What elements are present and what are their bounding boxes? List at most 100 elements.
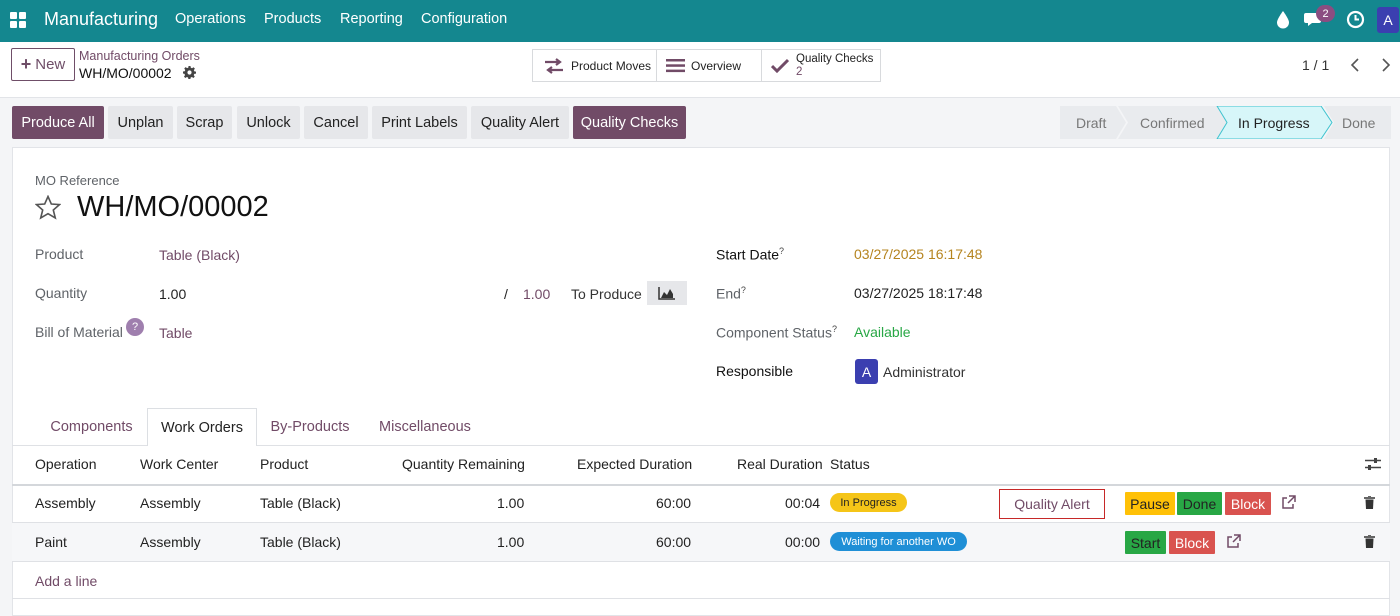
check-icon — [771, 58, 789, 73]
droplet-icon[interactable] — [1276, 10, 1290, 29]
menu-operations[interactable]: Operations — [175, 11, 246, 27]
new-button-label: New — [35, 56, 66, 73]
product-moves-label: Product Moves — [571, 58, 652, 73]
star-icon[interactable] — [35, 195, 61, 220]
forecast-chart-icon — [658, 287, 675, 300]
app-name[interactable]: Manufacturing — [44, 9, 158, 30]
unplan-button[interactable]: Unplan — [108, 106, 173, 139]
col-product[interactable]: Product — [260, 456, 308, 472]
quality-checks-count: 2 — [796, 65, 803, 78]
user-avatar[interactable]: A — [1377, 7, 1399, 33]
start-date-value[interactable]: 03/27/2025 16:17:48 — [854, 246, 982, 262]
quantity-label: Quantity — [35, 285, 88, 301]
table-header-divider — [12, 484, 1390, 486]
product-value[interactable]: Table (Black) — [159, 247, 240, 263]
row1-real[interactable]: 00:04 — [785, 495, 820, 511]
add-line-link[interactable]: Add a line — [35, 573, 97, 589]
table-bottom-divider — [12, 598, 1390, 599]
breadcrumb-current: WH/MO/00002 — [79, 65, 172, 81]
external-link-icon[interactable] — [1281, 495, 1296, 510]
bom-value[interactable]: Table — [159, 325, 192, 341]
quality-checks-button[interactable]: Quality Checks — [573, 106, 686, 139]
unlock-button[interactable]: Unlock — [237, 106, 300, 139]
row1-operation[interactable]: Assembly — [35, 495, 96, 511]
row-divider — [12, 561, 1390, 562]
row2-product[interactable]: Table (Black) — [260, 534, 341, 550]
row1-quality-alert-button[interactable]: Quality Alert — [999, 489, 1105, 519]
row1-expected[interactable]: 60:00 — [656, 495, 691, 511]
quantity-total: 1.00 — [523, 286, 551, 302]
cancel-button[interactable]: Cancel — [304, 106, 368, 139]
quality-checks-smart-button[interactable]: Quality Checks 2 — [761, 49, 881, 82]
forecast-button[interactable] — [647, 281, 687, 305]
end-label: End? — [716, 285, 746, 302]
bom-label: Bill of Material — [35, 324, 123, 340]
end-value[interactable]: 03/27/2025 18:17:48 — [854, 285, 982, 301]
breadcrumb-parent[interactable]: Manufacturing Orders — [79, 49, 200, 63]
overview-label: Overview — [691, 58, 742, 73]
component-status-label: Component Status? — [716, 324, 837, 341]
responsible-label: Responsible — [716, 363, 794, 379]
pager-value[interactable]: 1 / 1 — [1302, 57, 1329, 73]
tab-by-products[interactable]: By-Products — [257, 408, 363, 445]
stage-draft[interactable]: Draft — [1076, 115, 1106, 131]
quantity-value[interactable]: 1.00 — [159, 286, 186, 302]
produce-all-button[interactable]: Produce All — [12, 106, 104, 139]
col-work-center[interactable]: Work Center — [140, 456, 218, 472]
col-quantity-remaining[interactable]: Quantity Remaining — [402, 456, 525, 472]
row2-real[interactable]: 00:00 — [785, 534, 820, 550]
product-label: Product — [35, 246, 84, 262]
quality-checks-label: Quality Checks — [796, 52, 874, 65]
external-link-icon[interactable] — [1226, 534, 1241, 549]
row2-status-badge: Waiting for another WO — [830, 532, 967, 551]
tab-work-orders[interactable]: Work Orders — [147, 408, 257, 446]
row2-block-button[interactable]: Block — [1169, 531, 1215, 554]
tab-miscellaneous[interactable]: Miscellaneous — [363, 408, 487, 445]
start-date-label: Start Date? — [716, 246, 785, 263]
row1-product[interactable]: Table (Black) — [260, 495, 341, 511]
quality-alert-button[interactable]: Quality Alert — [471, 106, 569, 139]
menu-reporting[interactable]: Reporting — [340, 11, 403, 27]
row1-pause-button[interactable]: Pause — [1125, 492, 1175, 515]
row1-qty[interactable]: 1.00 — [497, 495, 524, 511]
trash-icon[interactable] — [1364, 496, 1375, 509]
chevron-right-icon[interactable] — [1380, 57, 1392, 73]
transfer-arrows-icon — [545, 57, 563, 74]
to-produce-label: To Produce — [571, 286, 642, 302]
menu-configuration[interactable]: Configuration — [421, 11, 507, 27]
tab-components[interactable]: Components — [35, 408, 148, 445]
trash-icon[interactable] — [1364, 535, 1375, 548]
stage-confirmed[interactable]: Confirmed — [1140, 115, 1205, 131]
col-real-duration[interactable]: Real Duration — [737, 456, 823, 472]
menu-products[interactable]: Products — [264, 11, 321, 27]
responsible-value[interactable]: Administrator — [883, 364, 965, 380]
responsible-avatar: A — [855, 359, 878, 384]
new-button[interactable]: + New — [11, 48, 75, 81]
clock-icon[interactable] — [1346, 10, 1365, 29]
row2-operation[interactable]: Paint — [35, 534, 67, 550]
col-status[interactable]: Status — [830, 456, 870, 472]
row1-done-button[interactable]: Done — [1177, 492, 1222, 515]
apps-icon[interactable] — [10, 12, 26, 28]
plus-icon: + — [20, 54, 32, 74]
row2-expected[interactable]: 60:00 — [656, 534, 691, 550]
row2-start-button[interactable]: Start — [1125, 531, 1166, 554]
stage-in-progress[interactable]: In Progress — [1238, 115, 1310, 131]
row2-qty[interactable]: 1.00 — [497, 534, 524, 550]
bom-help-icon[interactable]: ? — [126, 318, 144, 336]
product-moves-button[interactable]: Product Moves — [532, 49, 657, 82]
row1-work-center[interactable]: Assembly — [140, 495, 201, 511]
scrap-button[interactable]: Scrap — [177, 106, 232, 139]
gear-icon[interactable] — [183, 66, 196, 79]
col-expected-duration[interactable]: Expected Duration — [577, 456, 692, 472]
mo-reference-label: MO Reference — [35, 173, 120, 188]
row1-block-button[interactable]: Block — [1225, 492, 1271, 515]
overview-button[interactable]: Overview — [656, 49, 762, 82]
settings-sliders-icon[interactable] — [1365, 457, 1381, 471]
print-labels-button[interactable]: Print Labels — [372, 106, 467, 139]
stage-done[interactable]: Done — [1342, 115, 1375, 131]
col-operation[interactable]: Operation — [35, 456, 96, 472]
chevron-left-icon[interactable] — [1349, 57, 1361, 73]
row2-work-center[interactable]: Assembly — [140, 534, 201, 550]
top-navbar: Manufacturing Operations Products Report… — [0, 0, 1400, 42]
